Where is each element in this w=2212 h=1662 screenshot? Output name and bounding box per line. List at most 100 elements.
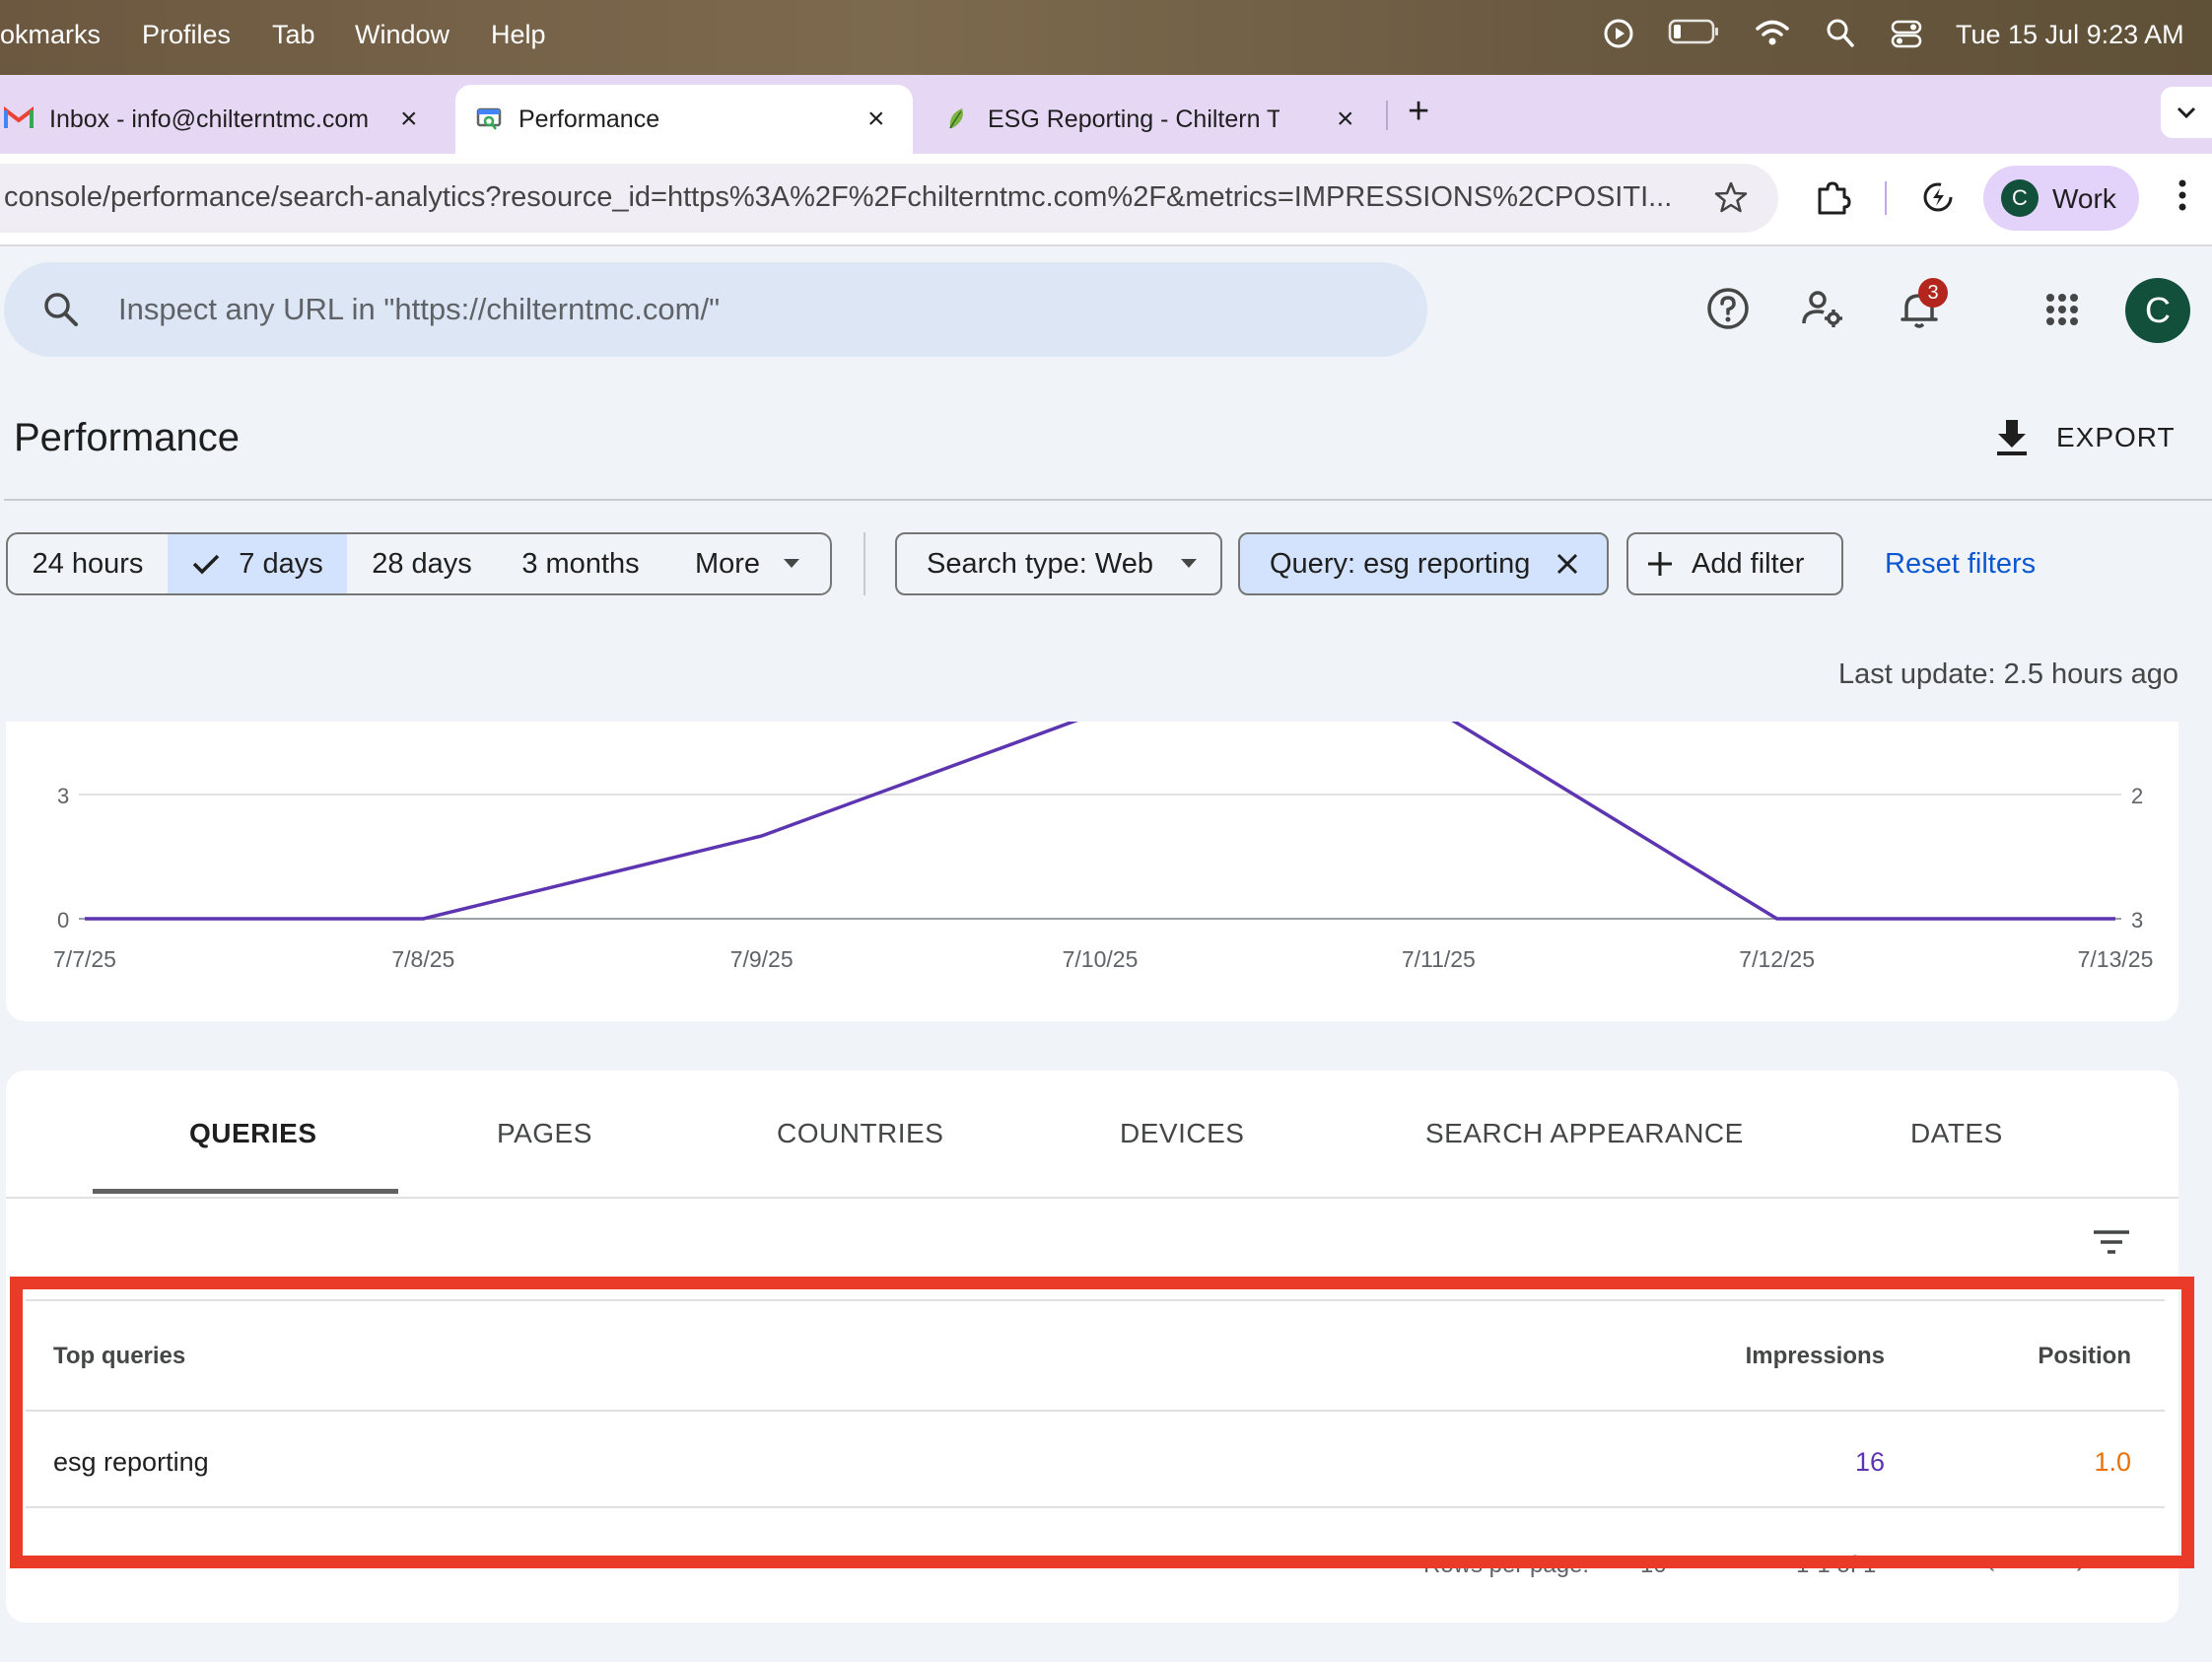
menu-tab[interactable]: Tab [272, 20, 315, 50]
address-url: console/performance/search-analytics?res… [4, 181, 1673, 213]
tab-devices[interactable]: DEVICES [1120, 1118, 1244, 1149]
x-axis-tick-label: 7/7/25 [53, 946, 116, 972]
highlight-box [10, 1277, 2194, 1568]
apps-grid-icon[interactable] [2044, 292, 2080, 327]
x-axis-tick-label: 7/9/25 [730, 946, 794, 972]
dropdown-arrow-icon [784, 559, 800, 569]
tab-title: Inbox - info@chilterntmc.com [49, 104, 370, 133]
control-center-icon[interactable] [1891, 18, 1922, 49]
tab-countries[interactable]: COUNTRIES [777, 1118, 943, 1149]
range-label: More [694, 547, 761, 580]
x-axis-tick-label: 7/12/25 [1739, 946, 1815, 972]
notification-badge: 3 [1918, 278, 1948, 308]
play-circle-icon[interactable] [1603, 18, 1634, 49]
x-axis-tick-label: 7/10/25 [1063, 946, 1139, 972]
profile-chip[interactable]: C Work [1983, 166, 2139, 231]
last-update-text: Last update: 2.5 hours ago [1837, 658, 2178, 690]
x-axis-tick-label: 7/8/25 [391, 946, 454, 972]
tab-queries[interactable]: QUERIES [189, 1118, 317, 1149]
impressions-series-line [85, 722, 2115, 921]
help-icon[interactable] [1705, 286, 1751, 331]
wifi-icon[interactable] [1755, 18, 1790, 47]
range-label: 28 days [372, 547, 472, 580]
range-24-hours[interactable]: 24 hours [6, 532, 170, 595]
tab-title: Performance [518, 104, 660, 133]
add-filter-label: Add filter [1692, 547, 1805, 580]
left-axis-tick-label: 3 [57, 784, 69, 808]
search-type-filter[interactable]: Search type: Web [895, 532, 1222, 595]
header-divider [4, 499, 2212, 501]
query-filter-label: Query: esg reporting [1270, 547, 1531, 580]
range-28-days[interactable]: 28 days [347, 532, 499, 595]
tabs-divider [6, 1197, 2178, 1199]
export-button[interactable]: EXPORT [1995, 418, 2176, 457]
tab-divider [1386, 101, 1388, 130]
performance-mode-icon[interactable] [1920, 179, 1956, 220]
chart-gridlines [79, 794, 2121, 920]
right-axis-tick-label: 2 [2131, 784, 2143, 808]
tab-performance[interactable]: Performance × [455, 85, 913, 154]
dropdown-arrow-icon [1180, 559, 1197, 569]
search-type-label: Search type: Web [927, 547, 1153, 580]
menu-help[interactable]: Help [491, 20, 546, 50]
page-title: Performance [14, 416, 240, 459]
tab-inbox[interactable]: Inbox - info@chilterntmc.com × [0, 85, 444, 154]
close-tab-icon[interactable]: × [867, 103, 885, 136]
tab-pages[interactable]: PAGES [497, 1118, 592, 1149]
reset-filters-link[interactable]: Reset filters [1885, 548, 2036, 581]
url-inspection-search[interactable]: Inspect any URL in "https://chilterntmc.… [4, 262, 1427, 357]
extensions-puzzle-icon[interactable] [1814, 179, 1851, 222]
new-tab-icon[interactable]: + [1408, 91, 1429, 133]
export-label: EXPORT [2056, 422, 2176, 452]
tab-search-appearance[interactable]: SEARCH APPEARANCE [1425, 1118, 1744, 1149]
search-icon [41, 290, 81, 334]
menu-window[interactable]: Window [355, 20, 449, 50]
range-label: 3 months [521, 547, 640, 580]
tab-title: ESG Reporting - Chiltern TMC [988, 104, 1279, 133]
performance-chart: 3 0 2 3 7/7/25 7/8/25 7/9/25 7/10/25 7/11/25 7/12… [53, 722, 2153, 972]
battery-icon[interactable] [1668, 18, 1721, 45]
browser-menu-kebab-icon[interactable] [2177, 175, 2188, 220]
chart-series-group [85, 722, 2115, 921]
range-label: 24 hours [32, 547, 144, 580]
active-tab-indicator [93, 1189, 398, 1194]
query-filter-chip[interactable]: Query: esg reporting [1238, 532, 1609, 595]
range-more-dropdown[interactable]: More [664, 532, 832, 595]
tab-dates[interactable]: DATES [1910, 1118, 2003, 1149]
spotlight-search-icon[interactable] [1826, 18, 1855, 49]
search-console-icon [475, 104, 503, 139]
address-bar[interactable]: console/performance/search-analytics?res… [0, 164, 1778, 233]
macos-menu-bar: okmarks Profiles Tab Window Help Tue 15 … [0, 0, 2212, 75]
right-axis-tick-label: 3 [2131, 908, 2143, 933]
remove-filter-close-icon[interactable] [1555, 552, 1579, 576]
profile-label: Work [2052, 183, 2116, 214]
menu-profiles[interactable]: Profiles [142, 20, 231, 50]
download-icon [1995, 418, 2029, 457]
menu-clock[interactable]: Tue 15 Jul 9:23 AM [1956, 20, 2184, 50]
check-icon [191, 552, 221, 576]
range-label: 7 days [239, 547, 323, 580]
gmail-icon [3, 105, 34, 137]
browser-tab-strip: Inbox - info@chilterntmc.com × Performan… [0, 75, 2212, 154]
inspect-url-placeholder: Inspect any URL in "https://chilterntmc.… [118, 292, 721, 326]
x-axis-tick-label: 7/11/25 [1402, 946, 1476, 972]
filter-rows-icon[interactable] [2092, 1228, 2131, 1263]
range-3-months[interactable]: 3 months [497, 532, 666, 595]
range-7-days[interactable]: 7 days [168, 532, 349, 595]
browser-toolbar: console/performance/search-analytics?res… [0, 154, 2212, 246]
profile-avatar: C [2001, 179, 2039, 217]
tab-search-chevron-down-icon[interactable] [2161, 87, 2212, 138]
account-avatar[interactable]: C [2125, 278, 2190, 343]
user-settings-icon[interactable] [1800, 286, 1845, 331]
bookmark-star-icon[interactable] [1713, 179, 1749, 220]
toolbar-divider [1885, 181, 1887, 215]
close-tab-icon[interactable]: × [1337, 103, 1354, 136]
tab-esg-reporting[interactable]: ESG Reporting - Chiltern TMC × [927, 85, 1360, 154]
add-filter-button[interactable]: Add filter [1626, 532, 1843, 595]
filter-divider [864, 532, 865, 595]
menu-bookmarks[interactable]: okmarks [0, 20, 101, 50]
left-axis-tick-label: 0 [57, 908, 69, 933]
performance-chart-card: 3 0 2 3 7/7/25 7/8/25 7/9/25 7/10/25 7/11/25 7/12… [6, 722, 2178, 1021]
chart-axis-labels: 3 0 2 3 7/7/25 7/8/25 7/9/25 7/10/25 7/11/25 7/12… [53, 784, 2153, 972]
close-tab-icon[interactable]: × [400, 103, 418, 136]
